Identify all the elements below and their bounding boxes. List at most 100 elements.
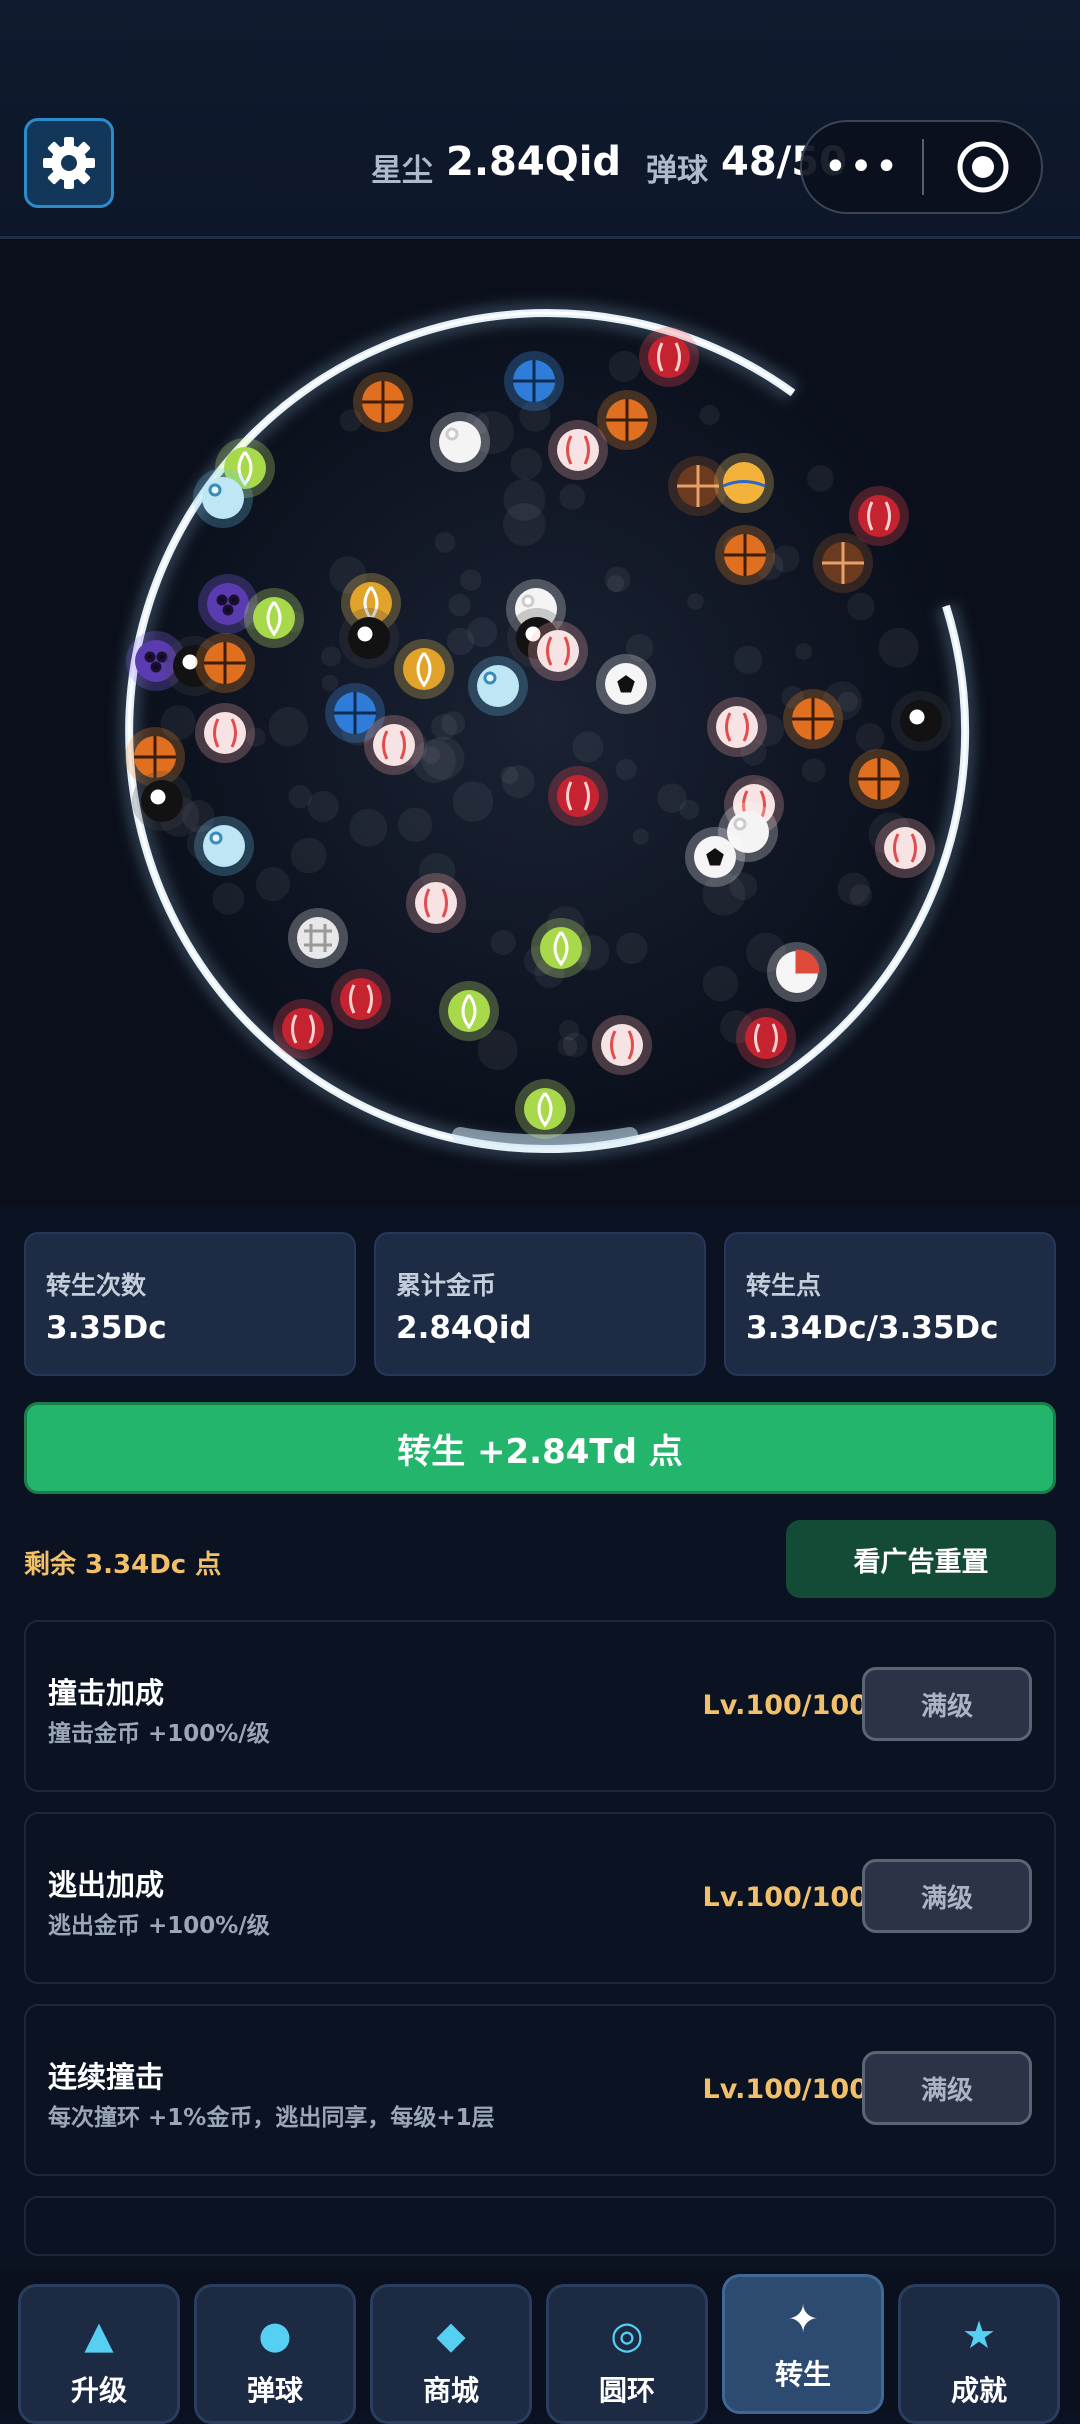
max-level-button[interactable]: 满级 xyxy=(862,1667,1032,1741)
stat-card-total-coins: 累计金币 2.84Qid xyxy=(374,1232,706,1376)
bubble xyxy=(500,766,519,784)
bubble xyxy=(321,674,339,692)
bubble xyxy=(446,627,475,656)
ball-red xyxy=(548,766,608,826)
bubble xyxy=(559,484,586,510)
target-icon xyxy=(957,141,1008,193)
ball-blue xyxy=(504,351,564,411)
tab-rebirth[interactable]: ✦ 转生 xyxy=(722,2274,884,2414)
bubble xyxy=(855,723,885,752)
triangle-icon: ▲ xyxy=(84,2313,114,2357)
ball-brown xyxy=(813,533,873,593)
bubble xyxy=(616,932,648,964)
upgrade-level: Lv.100/100 xyxy=(702,1690,868,1721)
bubble xyxy=(434,532,456,553)
diamond-icon: ◆ xyxy=(436,2313,466,2357)
ball-red xyxy=(736,1008,796,1068)
max-level-button[interactable]: 满级 xyxy=(862,2051,1032,2125)
ball-glow xyxy=(364,715,424,775)
stat-value: 3.34Dc/3.35Dc xyxy=(746,1310,999,1346)
bubble xyxy=(847,592,875,621)
stat-label: 转生次数 xyxy=(46,1271,147,1300)
ball-lime xyxy=(531,918,591,978)
ball-quarter xyxy=(767,942,827,1002)
balls-label: 弹球 xyxy=(646,153,708,189)
stat-card-rebirth-points: 转生点 3.34Dc/3.35Dc xyxy=(724,1232,1056,1376)
bubble xyxy=(349,808,388,847)
star-icon: ★ xyxy=(961,2313,997,2357)
close-miniprogram-button[interactable] xyxy=(924,139,1041,195)
ball-net xyxy=(288,908,348,968)
tab-balls[interactable]: ● 弹球 xyxy=(194,2284,356,2424)
tab-upgrade[interactable]: ▲ 升级 xyxy=(18,2284,180,2424)
bubble xyxy=(421,736,465,780)
ball-glow xyxy=(875,818,935,878)
stardust-label: 星尘 xyxy=(371,153,433,189)
stat-card-rebirth-count: 转生次数 3.35Dc xyxy=(24,1232,356,1376)
max-level-button[interactable]: 满级 xyxy=(862,1859,1032,1933)
ball-black xyxy=(891,691,951,751)
ball-black xyxy=(132,771,192,831)
bubble xyxy=(801,758,826,783)
ball-icon: ● xyxy=(258,2313,292,2357)
ball-white xyxy=(430,412,490,472)
upgrade-item-escape-bonus: 逃出加成 逃出金币 +100%/级 Lv.100/100 满级 xyxy=(24,1812,1056,1984)
bubble xyxy=(699,404,720,426)
upgrade-desc: 每次撞环 +1%金币，逃出同享，每级+1层 xyxy=(48,2105,495,2131)
ball-cyan xyxy=(194,816,254,876)
ball-orange xyxy=(715,525,775,585)
bubble xyxy=(562,1032,588,1058)
ball-lime xyxy=(244,588,304,648)
bubble xyxy=(431,714,458,741)
upgrade-level: Lv.100/100 xyxy=(702,1882,868,1913)
miniprogram-capsule: ••• xyxy=(800,120,1043,214)
bubble xyxy=(290,837,327,874)
bubble xyxy=(632,828,649,845)
upgrade-desc: 逃出金币 +100%/级 xyxy=(48,1913,270,1939)
remaining-points: 剩余 3.34Dc 点 xyxy=(24,1550,222,1580)
tab-label: 圆环 xyxy=(598,2374,655,2407)
bubble xyxy=(608,350,641,383)
upgrade-item-combo-hit: 连续撞击 每次撞环 +1%金币，逃出同享，每级+1层 Lv.100/100 满级 xyxy=(24,2004,1056,2176)
bubble xyxy=(452,781,494,822)
ball-orange xyxy=(597,390,657,450)
tab-label: 弹球 xyxy=(246,2374,303,2407)
watch-ad-reset-button[interactable]: 看广告重置 xyxy=(786,1520,1056,1598)
upgrade-level: Lv.100/100 xyxy=(702,2074,868,2105)
ball-glow xyxy=(592,1015,652,1075)
ball-glow xyxy=(406,873,466,933)
ball-red xyxy=(849,486,909,546)
upgrade-item-partial xyxy=(24,2196,1056,2256)
bubble xyxy=(320,646,342,667)
bubble xyxy=(733,645,763,674)
bubble xyxy=(702,965,739,1002)
bubble xyxy=(807,465,834,492)
game-arena[interactable] xyxy=(0,239,1080,1207)
bubble xyxy=(503,478,546,521)
ball-glow xyxy=(195,703,255,763)
bubble xyxy=(212,882,245,915)
ring-icon: ◎ xyxy=(610,2313,644,2357)
ball-soccer xyxy=(685,827,745,887)
bubble xyxy=(268,706,309,747)
ball-orange xyxy=(849,749,909,809)
ring-arena-graphic xyxy=(0,239,1080,1207)
ball-gold xyxy=(394,639,454,699)
ball-red xyxy=(273,999,333,1059)
top-bar: 星尘 2.84Qid 弹球 48/50 ••• xyxy=(0,0,1080,239)
tab-ring[interactable]: ◎ 圆环 xyxy=(546,2284,708,2424)
tab-shop[interactable]: ◆ 商城 xyxy=(370,2284,532,2424)
ball-red xyxy=(639,327,699,387)
settings-button[interactable] xyxy=(24,118,114,208)
bubble xyxy=(849,884,873,907)
tab-achievements[interactable]: ★ 成就 xyxy=(898,2284,1060,2424)
stardust-value: 2.84Qid xyxy=(446,139,622,185)
tab-label: 商城 xyxy=(422,2374,479,2407)
more-menu-button[interactable]: ••• xyxy=(802,144,922,190)
rebirth-button[interactable]: 转生 +2.84Td 点 xyxy=(24,1402,1056,1494)
upgrade-desc: 撞击金币 +100%/级 xyxy=(48,1721,270,1747)
stat-label: 累计金币 xyxy=(396,1271,497,1300)
bubble xyxy=(604,566,631,593)
ball-lime xyxy=(439,981,499,1041)
bubble xyxy=(397,807,433,842)
